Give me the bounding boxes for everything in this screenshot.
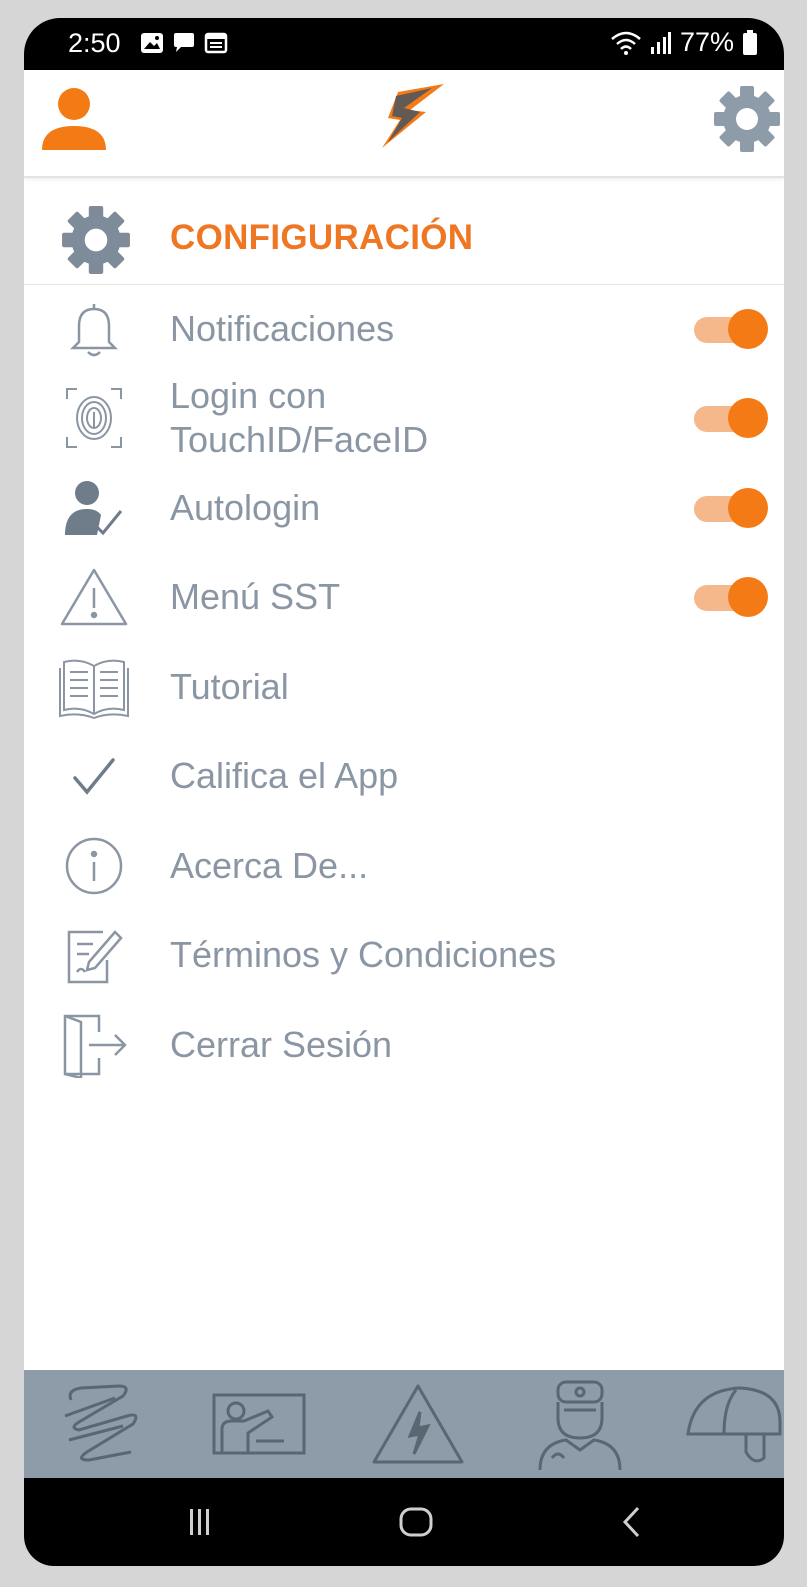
app-header bbox=[24, 70, 784, 178]
logout-icon bbox=[58, 1009, 130, 1081]
battery-percent: 77% bbox=[679, 27, 734, 57]
menu-item-label: Califica el App bbox=[170, 755, 399, 797]
status-right: 77% bbox=[610, 27, 758, 58]
phone-screen: 2:50 77% CONFIGURACIÓN Notificaciones Lo… bbox=[24, 18, 784, 1566]
electric-hazard-icon bbox=[372, 1384, 464, 1464]
gear-icon[interactable] bbox=[712, 84, 782, 159]
bottom-tab-bar bbox=[24, 1370, 784, 1478]
chat-icon bbox=[174, 33, 194, 52]
status-bar: 2:50 77% bbox=[24, 18, 784, 70]
app-logo-icon bbox=[374, 84, 446, 159]
menu-item-notificaciones[interactable]: Notificaciones bbox=[24, 284, 784, 374]
info-icon bbox=[58, 830, 130, 902]
fingerprint-icon bbox=[58, 382, 130, 454]
menu-item-tutorial[interactable]: Tutorial bbox=[24, 642, 784, 732]
tab-worker[interactable] bbox=[520, 1370, 640, 1478]
user-check-icon bbox=[58, 472, 130, 544]
brand-pattern-icon bbox=[64, 1384, 138, 1462]
notificaciones-toggle[interactable] bbox=[694, 307, 768, 351]
system-nav-bar bbox=[24, 1478, 784, 1566]
book-icon bbox=[58, 651, 130, 723]
menu-item-label: Términos y Condiciones bbox=[170, 934, 557, 976]
signal-icon bbox=[650, 31, 671, 54]
gear-icon bbox=[60, 204, 132, 281]
menu-item-cerrar-sesion[interactable]: Cerrar Sesión bbox=[24, 1000, 784, 1090]
recents-button[interactable] bbox=[170, 1498, 230, 1546]
touchid-toggle[interactable] bbox=[694, 396, 768, 440]
presentation-icon bbox=[212, 1393, 306, 1455]
menu-item-acerca-de[interactable]: Acerca De... bbox=[24, 821, 784, 911]
menu-item-label: Notificaciones bbox=[170, 307, 395, 349]
status-time: 2:50 bbox=[68, 28, 121, 58]
autologin-toggle[interactable] bbox=[694, 486, 768, 530]
battery-icon bbox=[743, 29, 757, 55]
menu-item-label: Tutorial bbox=[170, 665, 289, 707]
tab-electric-hazard[interactable] bbox=[358, 1370, 478, 1478]
settings-menu: Notificaciones Login con TouchID/FaceID … bbox=[24, 284, 784, 1090]
home-icon bbox=[399, 1507, 433, 1537]
worker-icon bbox=[538, 1380, 622, 1470]
menu-item-autologin[interactable]: Autologin bbox=[24, 463, 784, 553]
tab-presentation[interactable] bbox=[196, 1370, 316, 1478]
tab-hard-hat[interactable] bbox=[674, 1370, 784, 1478]
tab-brand[interactable] bbox=[42, 1370, 162, 1478]
calendar-icon bbox=[204, 32, 228, 54]
menu-item-label: Login con TouchID/FaceID bbox=[170, 375, 429, 461]
back-icon bbox=[622, 1506, 640, 1538]
checkmark-icon bbox=[58, 740, 130, 812]
bell-icon bbox=[58, 293, 130, 365]
menu-item-touchid-faceid[interactable]: Login con TouchID/FaceID bbox=[24, 374, 784, 464]
document-edit-icon bbox=[58, 919, 130, 991]
menu-item-terminos[interactable]: Términos y Condiciones bbox=[24, 911, 784, 1001]
configuration-section-header: CONFIGURACIÓN bbox=[24, 198, 784, 285]
menu-item-label: Cerrar Sesión bbox=[170, 1023, 393, 1065]
wifi-icon bbox=[611, 31, 641, 55]
back-button[interactable] bbox=[602, 1498, 662, 1546]
recents-icon bbox=[190, 1509, 209, 1535]
menu-item-menu-sst[interactable]: Menú SST bbox=[24, 553, 784, 643]
menu-sst-toggle[interactable] bbox=[694, 575, 768, 619]
section-title: CONFIGURACIÓN bbox=[170, 218, 474, 257]
warning-icon bbox=[58, 561, 130, 633]
menu-item-label: Menú SST bbox=[170, 576, 341, 618]
user-icon[interactable] bbox=[38, 86, 110, 157]
hard-hat-icon bbox=[686, 1386, 782, 1463]
image-icon bbox=[141, 33, 163, 53]
menu-item-label: Autologin bbox=[170, 486, 321, 528]
menu-item-label: Acerca De... bbox=[170, 844, 369, 886]
menu-item-califica-app[interactable]: Califica el App bbox=[24, 732, 784, 822]
home-button[interactable] bbox=[386, 1498, 446, 1546]
notification-icons bbox=[140, 32, 228, 54]
